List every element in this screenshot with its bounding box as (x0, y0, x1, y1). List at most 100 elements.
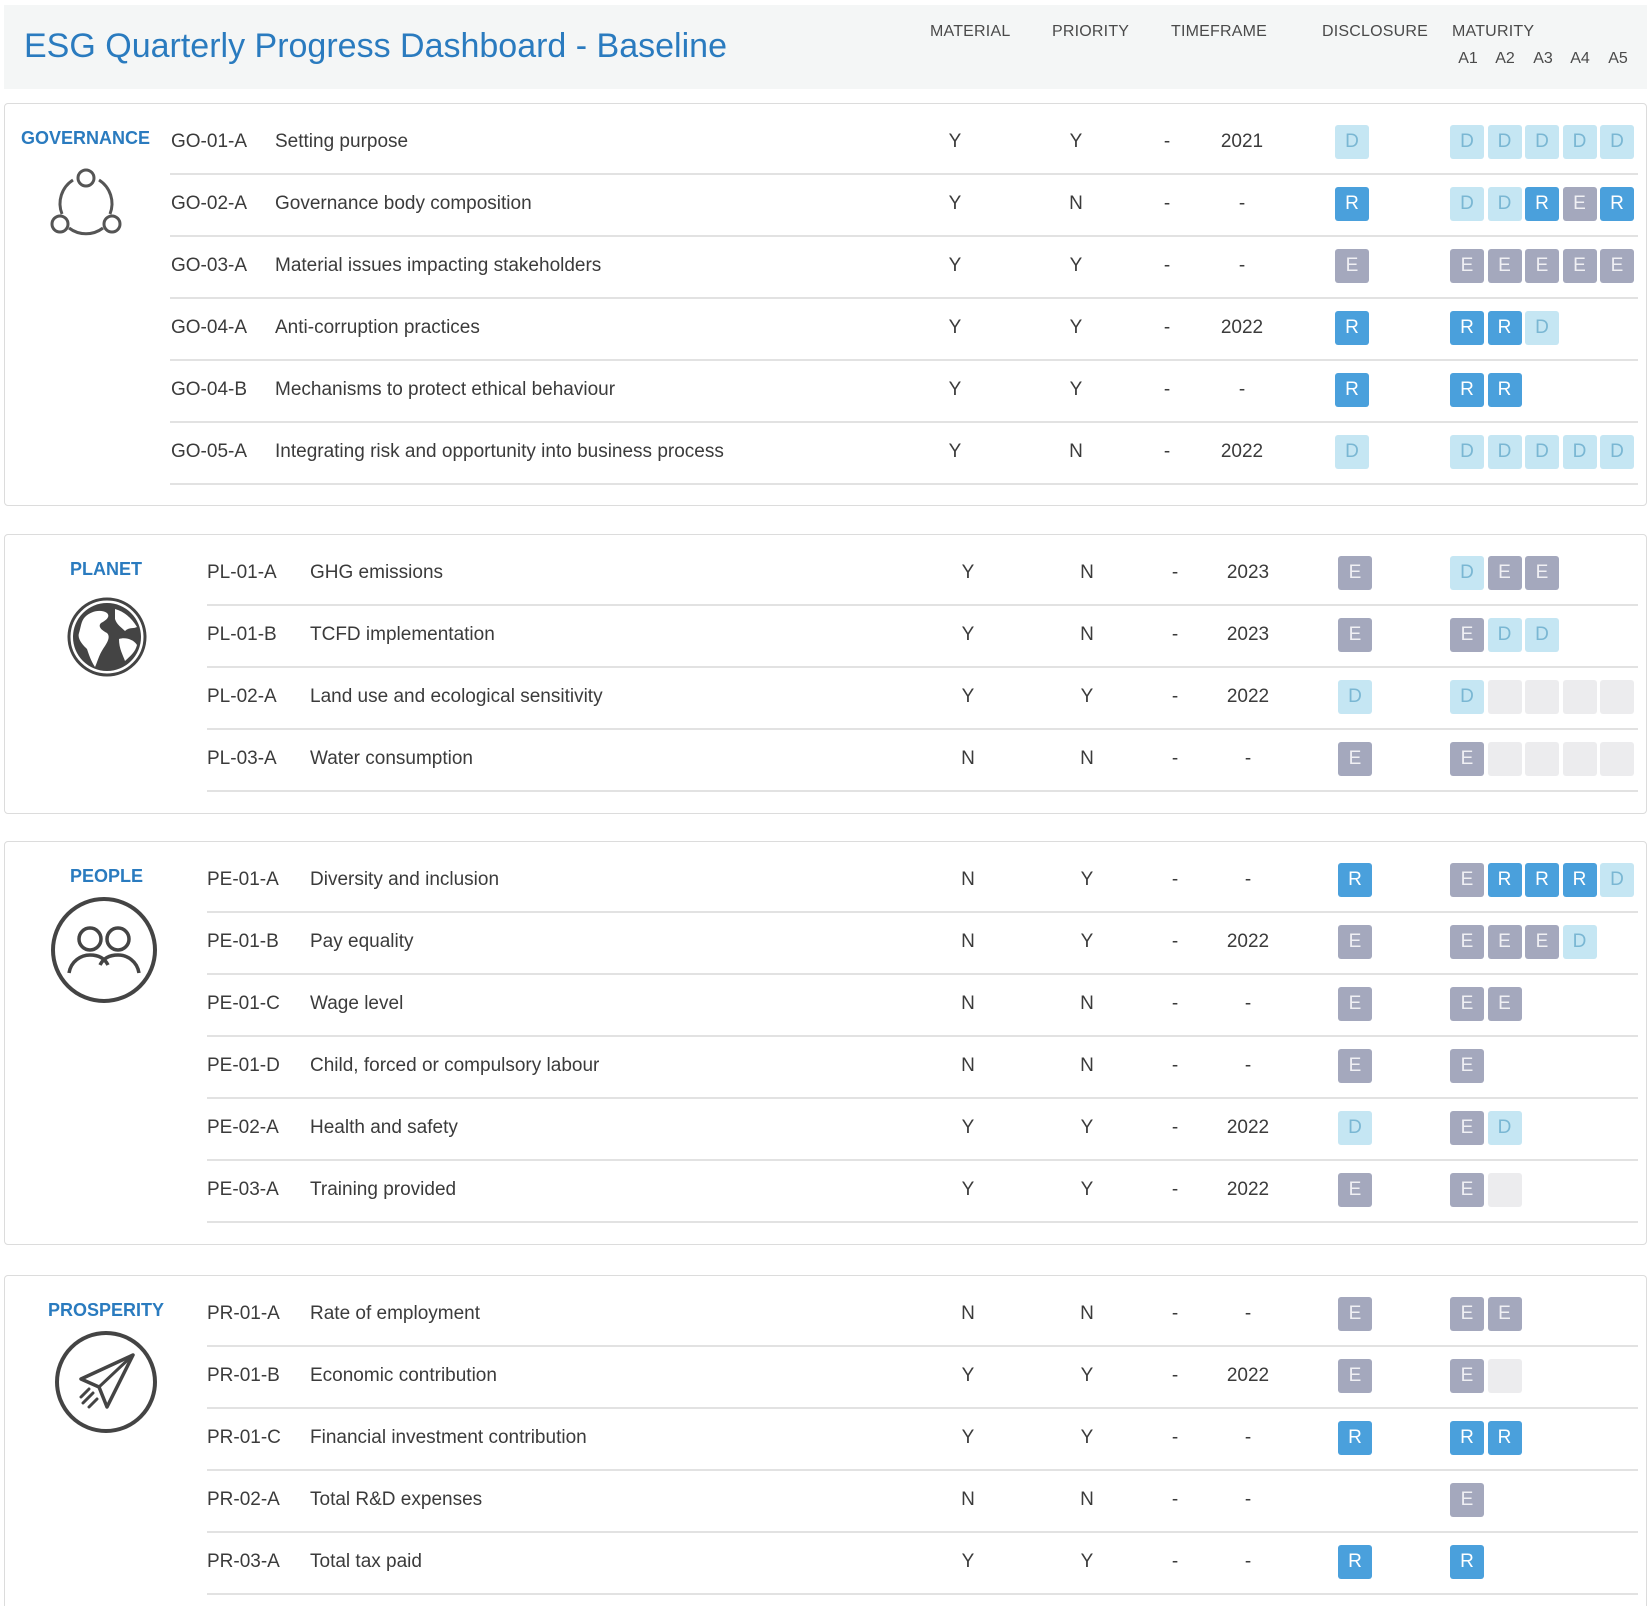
indicator-name: Economic contribution (310, 1365, 497, 1386)
maturity-badge-a1: E (1450, 1111, 1484, 1145)
indicator-code: PL-02-A (207, 686, 277, 707)
maturity-level-a2: A2 (1495, 50, 1515, 67)
timeframe-year: - (1244, 869, 1252, 890)
table-row[interactable]: GO-02-A Governance body composition Y N - - R D… (170, 173, 1638, 237)
maturity-badge-a4: R (1562, 863, 1597, 897)
material-value: Y (961, 1365, 975, 1386)
table-row[interactable]: PE-02-A Health and safety Y Y -2022 D E D (207, 1097, 1638, 1161)
maturity-badge-a2: D (1487, 435, 1522, 469)
maturity-badge-a4: D (1562, 435, 1597, 469)
table-row[interactable]: PR-01-C Financial investment contribution… (207, 1407, 1638, 1471)
indicator-name: Material issues impacting stakeholders (275, 255, 602, 276)
timeframe-year: 2023 (1226, 562, 1270, 583)
indicator-name: Governance body composition (275, 193, 532, 214)
table-row[interactable]: PE-01-D Child, forced or compulsory labou… (207, 1035, 1638, 1099)
maturity-badge-a2: R (1487, 1421, 1522, 1455)
maturity-badge-a3: D (1525, 125, 1559, 159)
priority-value: Y (1069, 379, 1083, 400)
table-row[interactable]: PE-03-A Training provided Y Y - 2022 E E (207, 1159, 1638, 1223)
priority-value: Y (1080, 1179, 1094, 1200)
table-row[interactable]: GO-05-A Integrating risk and opportunity … (170, 421, 1638, 485)
material-value: Y (961, 562, 975, 583)
material-value: Y (948, 441, 962, 462)
table-row[interactable]: PL-01-A GHG emissions Y N -2023 E D E E (207, 542, 1638, 606)
maturity-badge-a2: D (1487, 125, 1522, 159)
timeframe-start: - (1163, 317, 1171, 338)
maturity-badge-a1: E (1450, 742, 1484, 776)
timeframe-start: - (1171, 1117, 1179, 1138)
material-value: Y (948, 317, 962, 338)
maturity-badge-a1: E (1450, 249, 1484, 283)
disclosure-badge: R (1338, 1421, 1372, 1455)
disclosure-badge: E (1338, 1173, 1372, 1207)
table-row[interactable]: PE-01-B Pay equality N Y -2022 E E E E D (207, 911, 1638, 975)
maturity-badge-a3: D (1525, 311, 1559, 345)
table-row[interactable]: PR-03-A Total tax paid Y Y - - R R (207, 1531, 1638, 1595)
material-value: Y (961, 624, 975, 645)
section-people: PEOPLE PE-01-A Diversity and inclusion N Y -… (4, 841, 1647, 1245)
indicator-code: PR-01-C (207, 1427, 281, 1448)
disclosure-badge: D (1335, 435, 1369, 469)
priority-value: Y (1080, 1117, 1094, 1138)
maturity-badge-a1: E (1450, 1049, 1484, 1083)
indicator-code: GO-01-A (171, 131, 248, 152)
timeframe-start: - (1171, 869, 1179, 890)
section-label-people: PEOPLE (70, 866, 144, 886)
indicator-code: PL-03-A (207, 748, 277, 769)
material-value: Y (948, 131, 962, 152)
table-row[interactable]: PE-01-C Wage level N N - - E E E (207, 973, 1638, 1037)
timeframe-year: - (1238, 193, 1246, 214)
maturity-badge-a1: D (1450, 435, 1484, 469)
maturity-badge-a2: R (1487, 863, 1522, 897)
priority-value: Y (1069, 255, 1083, 276)
indicator-name: Financial investment contribution (310, 1427, 587, 1448)
timeframe-start: - (1171, 1551, 1179, 1572)
table-row[interactable]: PL-01-B TCFD implementation Y N -2023 E E D D (207, 604, 1638, 668)
material-value: N (961, 1303, 975, 1324)
maturity-empty-a2 (1487, 742, 1522, 776)
maturity-badge-a1: R (1450, 373, 1484, 407)
table-row[interactable]: GO-04-B Mechanisms to protect ethical beh… (170, 359, 1638, 423)
table-row[interactable]: PR-01-A Rate of employment N N - - E E E (207, 1283, 1638, 1347)
indicator-name: Water consumption (310, 748, 473, 769)
section-governance: GOVERNANCE GO-01-A Setting purpose Y Y - 2021… (4, 103, 1647, 506)
indicator-code: PE-01-D (207, 1055, 280, 1076)
table-row[interactable]: GO-03-A Material issues impacting stakeho… (170, 235, 1638, 299)
indicator-code: PR-02-A (207, 1489, 280, 1510)
indicator-name: Total tax paid (310, 1551, 422, 1572)
table-row[interactable]: GO-04-A Anti-corruption practices Y Y - 2022 R… (170, 297, 1638, 361)
table-row[interactable]: PR-02-A Total R&D expenses N N - - E (207, 1469, 1638, 1533)
section-planet: PLANET PL-01-A GHG emissions Y N -2023 E D E E PL… (4, 534, 1647, 814)
indicator-code: PE-01-A (207, 869, 279, 890)
section-label-governance: GOVERNANCE (21, 128, 151, 148)
timeframe-start: - (1171, 1489, 1179, 1510)
maturity-empty-a5 (1600, 742, 1634, 776)
maturity-badge-a2: E (1487, 987, 1522, 1021)
maturity-level-a5: A5 (1608, 50, 1628, 67)
table-row[interactable]: PL-03-A Water consumption N N - - E E (207, 728, 1638, 792)
indicator-name: Rate of employment (310, 1303, 481, 1324)
priority-value: N (1080, 624, 1094, 645)
timeframe-year: 2022 (1226, 686, 1270, 707)
material-value: Y (948, 379, 962, 400)
table-row[interactable]: PE-01-A Diversity and inclusion N Y - - R E R R R D (207, 849, 1638, 913)
section-label-planet: PLANET (70, 559, 142, 579)
table-row[interactable]: PL-02-A Land use and ecological sensitivi… (207, 666, 1638, 730)
indicator-code: GO-03-A (171, 255, 248, 276)
timeframe-start: - (1171, 1427, 1179, 1448)
material-value: N (961, 748, 975, 769)
dashboard-header: ESG Quarterly Progress Dashboard - Basel… (4, 5, 1647, 89)
maturity-badge-a1: E (1450, 1173, 1484, 1207)
maturity-badge-a3: E (1525, 249, 1559, 283)
disclosure-badge: E (1338, 1297, 1372, 1331)
timeframe-year: - (1244, 1551, 1252, 1572)
timeframe-year: 2022 (1220, 317, 1264, 338)
indicator-name: Training provided (310, 1179, 457, 1200)
maturity-badge-a1: E (1450, 618, 1484, 652)
timeframe-year: - (1244, 748, 1252, 769)
material-value: Y (948, 255, 962, 276)
timeframe-start: - (1171, 624, 1179, 645)
table-row[interactable]: PR-01-B Economic contribution Y Y - 2022 E E (207, 1345, 1638, 1409)
maturity-empty-a2 (1487, 1173, 1522, 1207)
table-row[interactable]: GO-01-A Setting purpose Y Y -2021 D D D D D D (170, 111, 1638, 175)
